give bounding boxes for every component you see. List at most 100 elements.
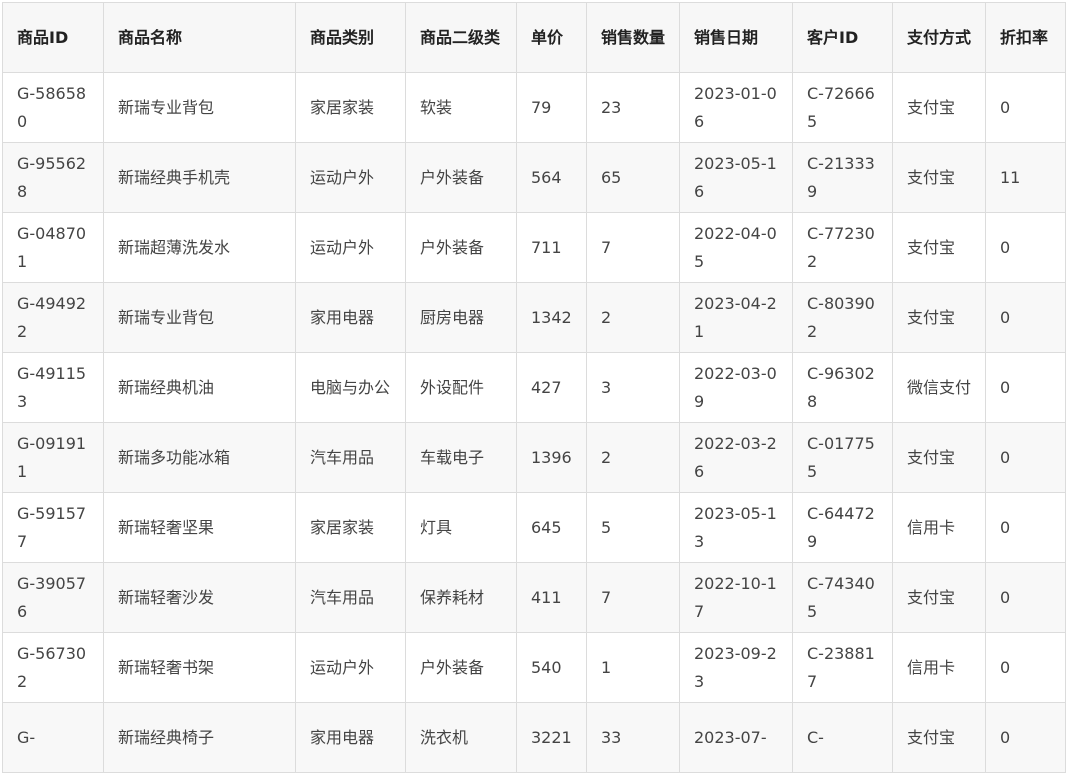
cell-product-id: G-048701 [2,212,104,283]
table-body: G-586580 新瑞专业背包 家居家装 软装 79 23 2023-01-06 C-7266… [2,72,1066,773]
cell-subcategory: 保养耗材 [405,562,517,633]
cell-product-id: G-390576 [2,562,104,633]
cell-subcategory: 软装 [405,72,517,143]
cell-subcategory: 灯具 [405,492,517,563]
cell-unit-price: 3221 [516,702,587,773]
header-product-id: 商品ID [2,2,104,73]
cell-customer-id: C-213339 [792,142,893,213]
cell-quantity: 3 [586,352,680,423]
cell-quantity: 2 [586,282,680,353]
cell-sale-date: 2022-04-05 [679,212,793,283]
cell-payment-method: 支付宝 [892,422,986,493]
cell-customer-id: C- [792,702,893,773]
cell-payment-method: 支付宝 [892,212,986,283]
cell-category: 运动户外 [295,632,406,703]
cell-payment-method: 微信支付 [892,352,986,423]
cell-product-id: G-491153 [2,352,104,423]
table-row: G-390576 新瑞轻奢沙发 汽车用品 保养耗材 411 7 2022-10-17 C-74… [2,562,1066,633]
cell-product-name: 新瑞多功能冰箱 [103,422,296,493]
cell-product-name: 新瑞超薄洗发水 [103,212,296,283]
cell-quantity: 5 [586,492,680,563]
cell-product-name: 新瑞专业背包 [103,282,296,353]
cell-unit-price: 1342 [516,282,587,353]
header-quantity: 销售数量 [586,2,680,73]
cell-product-id: G-955628 [2,142,104,213]
cell-sale-date: 2023-01-06 [679,72,793,143]
header-payment-method: 支付方式 [892,2,986,73]
cell-product-name: 新瑞经典手机壳 [103,142,296,213]
cell-subcategory: 户外装备 [405,212,517,283]
table-row: G-591577 新瑞轻奢坚果 家居家装 灯具 645 5 2023-05-13 C-6447… [2,492,1066,563]
cell-product-id: G-591577 [2,492,104,563]
cell-sale-date: 2023-05-13 [679,492,793,563]
cell-customer-id: C-743405 [792,562,893,633]
cell-discount-rate: 0 [985,352,1066,423]
cell-quantity: 33 [586,702,680,773]
header-unit-price: 单价 [516,2,587,73]
cell-product-id: G- [2,702,104,773]
cell-category: 电脑与办公 [295,352,406,423]
cell-product-id: G-091911 [2,422,104,493]
table-row: G-586580 新瑞专业背包 家居家装 软装 79 23 2023-01-06 C-7266… [2,72,1066,143]
header-discount-rate: 折扣率 [985,2,1066,73]
cell-unit-price: 1396 [516,422,587,493]
cell-quantity: 23 [586,72,680,143]
cell-category: 汽车用品 [295,562,406,633]
cell-category: 家用电器 [295,702,406,773]
cell-discount-rate: 0 [985,282,1066,353]
cell-subcategory: 洗衣机 [405,702,517,773]
cell-discount-rate: 0 [985,72,1066,143]
cell-sale-date: 2022-03-09 [679,352,793,423]
cell-quantity: 2 [586,422,680,493]
cell-sale-date: 2022-03-26 [679,422,793,493]
cell-subcategory: 外设配件 [405,352,517,423]
cell-payment-method: 支付宝 [892,702,986,773]
cell-unit-price: 427 [516,352,587,423]
cell-product-name: 新瑞经典椅子 [103,702,296,773]
cell-customer-id: C-726665 [792,72,893,143]
cell-discount-rate: 0 [985,212,1066,283]
cell-payment-method: 支付宝 [892,562,986,633]
cell-customer-id: C-644729 [792,492,893,563]
header-customer-id: 客户ID [792,2,893,73]
cell-unit-price: 711 [516,212,587,283]
cell-unit-price: 645 [516,492,587,563]
cell-category: 运动户外 [295,142,406,213]
cell-discount-rate: 0 [985,632,1066,703]
cell-category: 运动户外 [295,212,406,283]
cell-unit-price: 540 [516,632,587,703]
cell-subcategory: 车载电子 [405,422,517,493]
cell-payment-method: 支付宝 [892,142,986,213]
cell-product-name: 新瑞轻奢坚果 [103,492,296,563]
table-row: G-091911 新瑞多功能冰箱 汽车用品 车载电子 1396 2 2022-03-26 C-… [2,422,1066,493]
cell-customer-id: C-772302 [792,212,893,283]
cell-product-id: G-567302 [2,632,104,703]
header-sale-date: 销售日期 [679,2,793,73]
cell-sale-date: 2023-09-23 [679,632,793,703]
cell-payment-method: 支付宝 [892,72,986,143]
table-row: G-955628 新瑞经典手机壳 运动户外 户外装备 564 65 2023-05-16 C-… [2,142,1066,213]
cell-product-name: 新瑞轻奢书架 [103,632,296,703]
cell-payment-method: 信用卡 [892,632,986,703]
cell-sale-date: 2023-04-21 [679,282,793,353]
cell-sale-date: 2023-05-16 [679,142,793,213]
cell-unit-price: 564 [516,142,587,213]
cell-sale-date: 2022-10-17 [679,562,793,633]
cell-quantity: 7 [586,562,680,633]
header-subcategory: 商品二级类 [405,2,517,73]
table-row: G- 新瑞经典椅子 家用电器 洗衣机 3221 33 2023-07- C- 支付宝 0 [2,702,1066,773]
sales-table-container: 商品ID 商品名称 商品类别 商品二级类 单价 销售数量 销售日期 客户ID 支… [2,2,1066,773]
cell-category: 汽车用品 [295,422,406,493]
cell-payment-method: 信用卡 [892,492,986,563]
cell-unit-price: 79 [516,72,587,143]
header-category: 商品类别 [295,2,406,73]
cell-payment-method: 支付宝 [892,282,986,353]
cell-customer-id: C-963028 [792,352,893,423]
cell-customer-id: C-803902 [792,282,893,353]
cell-customer-id: C-017755 [792,422,893,493]
table-row: G-048701 新瑞超薄洗发水 运动户外 户外装备 711 7 2022-04-05 C-7… [2,212,1066,283]
table-row: G-494922 新瑞专业背包 家用电器 厨房电器 1342 2 2023-04-21 C-8… [2,282,1066,353]
cell-product-id: G-586580 [2,72,104,143]
cell-category: 家居家装 [295,492,406,563]
cell-quantity: 1 [586,632,680,703]
